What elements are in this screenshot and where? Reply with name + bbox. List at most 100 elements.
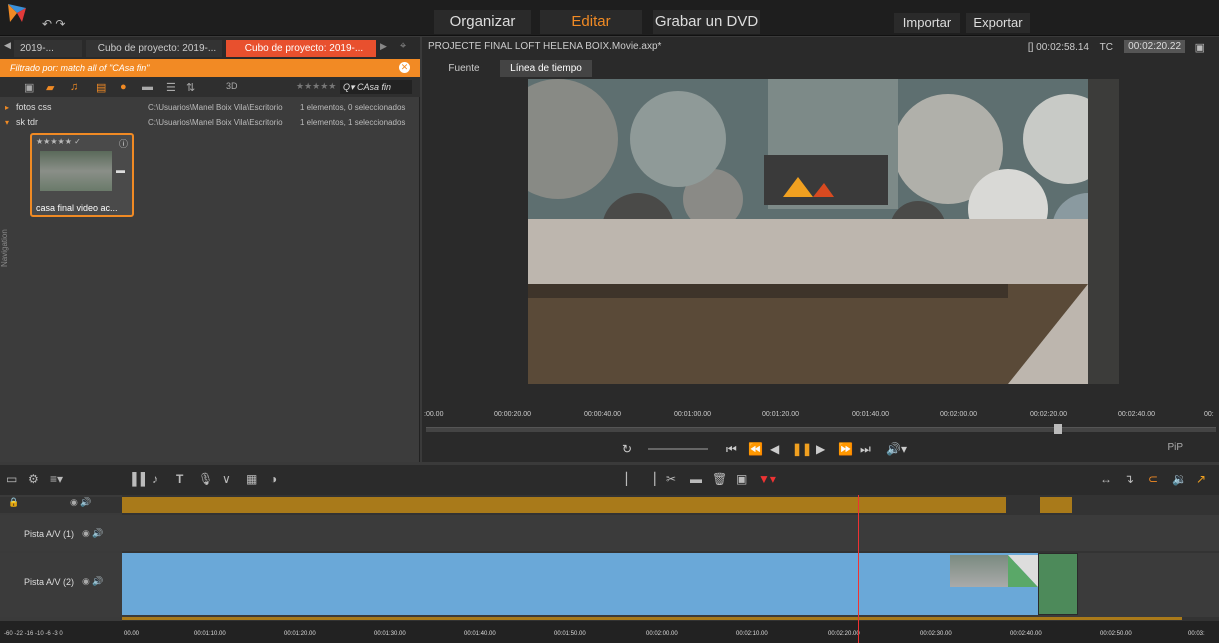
montage-icon[interactable]: ▦ — [246, 472, 257, 486]
title-track-clip[interactable] — [1040, 497, 1072, 513]
volume-icon[interactable]: 🔊▾ — [886, 442, 907, 456]
scorefitter-icon[interactable]: ♪ — [152, 472, 158, 486]
tab-organizar[interactable]: Organizar — [434, 10, 531, 34]
audio-mixer-icon[interactable]: ▐▐ — [128, 472, 145, 486]
export-button[interactable]: Exportar — [966, 13, 1030, 33]
go-end-icon[interactable]: ⏭ — [860, 442, 871, 457]
loop-icon[interactable]: ↻ — [622, 442, 632, 456]
library-tabs: ◀ 2019-... Cubo de proyecto: 2019-... Cu… — [0, 37, 420, 59]
library-tab-2[interactable]: Cubo de proyecto: 2019-... — [86, 40, 222, 57]
voiceover-icon[interactable]: 🎙 — [198, 472, 213, 486]
title-track-clip[interactable] — [122, 497, 1006, 513]
ruler-tick-label: 00:01:20.00 — [284, 631, 316, 637]
rating-filter[interactable]: ★★★★★ — [296, 81, 336, 92]
video-clip[interactable] — [122, 553, 1038, 615]
info-icon[interactable]: ⓘ — [119, 137, 128, 150]
title-clip[interactable] — [1038, 553, 1078, 615]
track-menu-icon[interactable]: ≡▾ — [50, 472, 63, 486]
collapse-arrow-icon[interactable]: ▾ — [5, 116, 9, 129]
library-search-input[interactable]: Q▾ CAsa fin — [340, 80, 412, 94]
ruler-tick-label: 00:00:20.00 — [494, 411, 531, 418]
split-icon[interactable]: ✂ — [666, 472, 676, 486]
ruler-tick-label: 00:01:40.00 — [852, 411, 889, 418]
trash-icon[interactable]: 🗑 — [712, 472, 727, 486]
expand-arrow-icon[interactable]: ▸ — [5, 101, 9, 114]
tab-forward-icon[interactable]: ▶ — [380, 41, 387, 52]
pip-label[interactable]: PiP — [1167, 442, 1183, 453]
track-settings-icon[interactable]: ▭ — [6, 472, 17, 486]
track-label[interactable]: Pista A/V (2) — [24, 577, 74, 587]
tab-back-icon[interactable]: ◀ — [4, 40, 11, 51]
project-filter-icon[interactable]: ● — [120, 81, 127, 93]
go-start-icon[interactable]: ⏮ — [726, 442, 737, 457]
track-label[interactable]: Pista A/V (1) — [24, 529, 74, 539]
scrubber-bar[interactable] — [426, 424, 1216, 434]
prev-frame-icon[interactable]: ⏪ — [748, 442, 763, 456]
color-icon[interactable]: ◑ — [270, 472, 277, 486]
title-icon[interactable]: T — [176, 472, 183, 486]
sort-icon[interactable]: ⇅ — [186, 81, 195, 94]
tab-fuente[interactable]: Fuente — [428, 60, 500, 77]
pinnacle-logo-icon — [8, 4, 26, 22]
3d-filter-icon[interactable]: 3D — [226, 81, 238, 91]
timeline-range-bar[interactable] — [122, 617, 1182, 620]
folder-icon[interactable]: ▬ — [142, 81, 153, 93]
tab-grabar-dvd[interactable]: Grabar un DVD — [653, 10, 760, 34]
step-forward-icon[interactable]: ▶ — [816, 442, 825, 456]
tab-editar[interactable]: Editar — [540, 10, 642, 34]
library-tab-3[interactable]: Cubo de proyecto: 2019-... — [226, 40, 376, 57]
tab-linea-de-tiempo[interactable]: Línea de tiempo — [500, 60, 592, 77]
folder-path: C:\Usuarios\Manel Boix Vila\Escritorio — [148, 118, 283, 127]
ripple-icon[interactable]: ↴ — [1124, 472, 1134, 486]
track-av-1-icons[interactable]: ◉ 🔊 — [82, 528, 104, 539]
next-frame-icon[interactable]: ⏩ — [838, 442, 853, 456]
timeline-ruler[interactable]: 00.00 00:01:10.00 00:01:20.00 00:01:30.0… — [122, 621, 1219, 643]
track-av-2-icons[interactable]: ◉ 🔊 — [82, 576, 104, 587]
gear-icon[interactable]: ⚙ — [28, 472, 39, 486]
mark-out-icon[interactable]: ▕ — [646, 472, 655, 486]
step-back-icon[interactable]: ◀ — [770, 442, 779, 456]
import-button[interactable]: Importar — [894, 13, 960, 33]
filter-text: Filtrado por: match all of "CAsa fin" — [10, 63, 150, 73]
navigation-label[interactable]: Navigation — [0, 197, 10, 267]
add-media-icon[interactable]: ▣ — [24, 81, 34, 94]
clear-filter-icon[interactable]: ✕ — [399, 62, 410, 73]
timecode-display[interactable]: 00:02:20.22 — [1124, 40, 1185, 53]
smart-edit-icon[interactable]: ↗ — [1196, 472, 1206, 486]
snapshot-icon[interactable]: ▣ — [736, 472, 747, 486]
meter-scale: -60 -22 -16 -10 -6 -3 0 — [4, 631, 63, 637]
player-ruler[interactable]: :00.00 00:00:20.00 00:00:40.00 00:01:00.… — [422, 409, 1219, 423]
transition-marker[interactable] — [1008, 555, 1038, 587]
shuttle-slider[interactable] — [648, 448, 708, 450]
audio-filter-icon[interactable]: ♫ — [70, 81, 78, 93]
mark-in-icon[interactable]: ▏ — [626, 472, 635, 486]
ruler-tick-label: 00:02:50.00 — [1100, 631, 1132, 637]
scrubber-handle[interactable] — [1054, 424, 1062, 434]
library-toolbar: ▣ ▰ ♫ ▤ ● ▬ ☰ ⇅ 3D ★★★★★ Q▾ CAsa fin — [0, 77, 420, 97]
pin-icon[interactable]: ⌖ — [400, 40, 406, 53]
visibility-icon[interactable]: ◉ 🔊 — [70, 497, 92, 508]
zoom-fit-icon[interactable]: ↔ — [1100, 472, 1112, 486]
library-tab-1[interactable]: 2019-... — [14, 40, 82, 57]
marker-icon[interactable]: ▼▾ — [758, 472, 776, 486]
timeline-playhead[interactable] — [858, 495, 859, 643]
delete-icon[interactable]: ▬ — [690, 472, 702, 486]
folder-row[interactable]: ▾ sk tdr C:\Usuarios\Manel Boix Vila\Esc… — [0, 116, 420, 129]
list-view-icon[interactable]: ☰ — [166, 81, 176, 94]
magnet-icon[interactable]: ⊂ — [1148, 472, 1158, 486]
folder-row[interactable]: ▸ fotos css C:\Usuarios\Manel Boix Vila\… — [0, 101, 420, 114]
timeline-toolbar: ▭ ⚙ ≡▾ ▐▐ ♪ T 🎙 ∨ ▦ ◑ ▏ ▕ ✂ ▬ 🗑 ▣ ▼▾ ↔ ↴… — [0, 465, 1219, 495]
lock-icon[interactable]: 🔒 — [8, 497, 19, 508]
video-preview — [528, 79, 1119, 384]
transition-icon[interactable]: ∨ — [222, 472, 231, 486]
photo-filter-icon[interactable]: ▤ — [96, 81, 106, 94]
clip-rating[interactable]: ★★★★★ ✓ — [36, 137, 81, 146]
video-filter-icon[interactable]: ▰ — [46, 81, 54, 94]
timecode-label: TC — [1099, 42, 1113, 53]
fullscreen-icon[interactable]: ▣ — [1195, 41, 1205, 54]
timeline-panel: ▭ ⚙ ≡▾ ▐▐ ♪ T 🎙 ∨ ▦ ◑ ▏ ▕ ✂ ▬ 🗑 ▣ ▼▾ ↔ ↴… — [0, 465, 1219, 643]
audio-scrub-icon[interactable]: 🔉 — [1172, 472, 1187, 486]
undo-redo-icon[interactable]: ↶ ↷ — [42, 17, 65, 31]
media-clip-card[interactable]: ★★★★★ ✓ ⓘ ▬ casa final video ac... — [30, 133, 134, 217]
pause-icon[interactable]: ❚❚ — [792, 442, 812, 456]
